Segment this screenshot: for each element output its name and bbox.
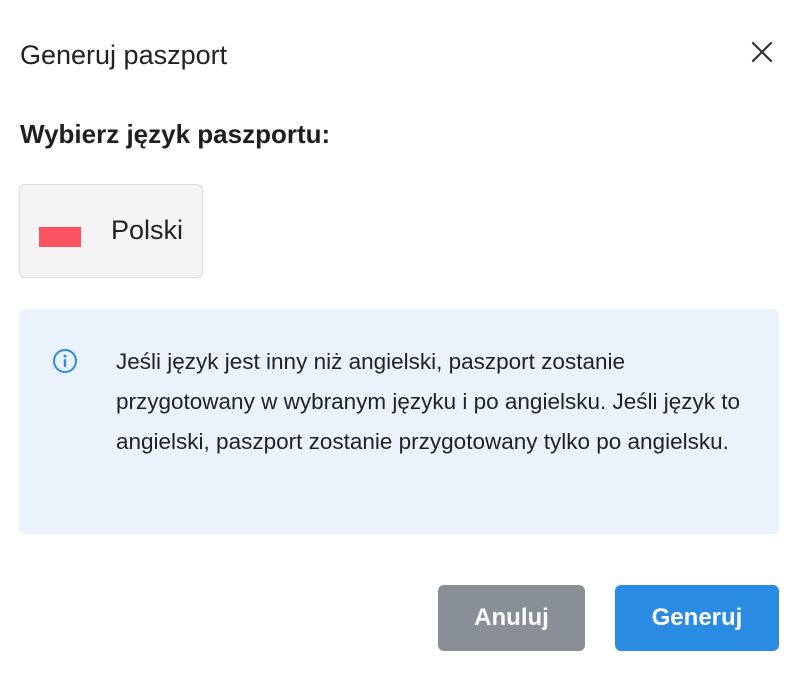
cancel-button[interactable]: Anuluj bbox=[438, 585, 585, 651]
language-option-label: Polski bbox=[111, 215, 184, 245]
language-option-polski[interactable]: Polski bbox=[19, 184, 203, 278]
dialog-title: Generuj paszport bbox=[20, 40, 228, 70]
info-alert: Jeśli język jest inny niż angielski, pas… bbox=[19, 309, 779, 534]
close-icon[interactable] bbox=[751, 41, 773, 63]
generate-button[interactable]: Generuj bbox=[615, 585, 779, 651]
generate-passport-dialog: Generuj paszport Wybierz język paszportu… bbox=[0, 0, 807, 695]
language-heading: Wybierz język paszportu: bbox=[20, 119, 331, 149]
poland-flag-icon bbox=[39, 227, 81, 247]
close-button[interactable] bbox=[746, 36, 778, 68]
info-text: Jeśli język jest inny niż angielski, pas… bbox=[116, 349, 741, 454]
info-circle-icon bbox=[53, 349, 77, 373]
